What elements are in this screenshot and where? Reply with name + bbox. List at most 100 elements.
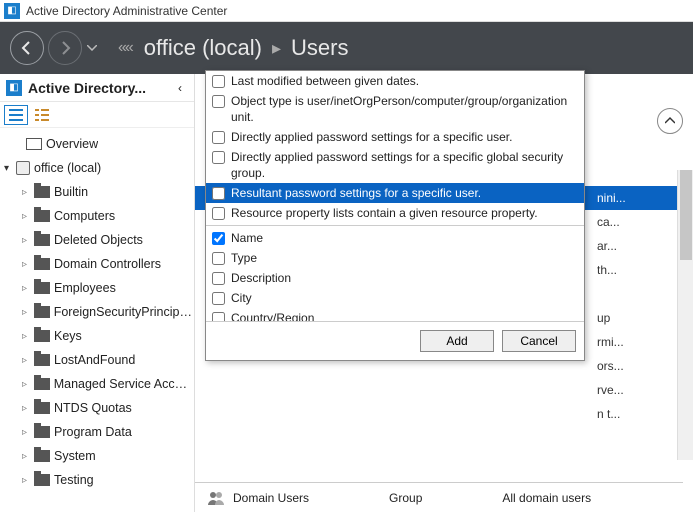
app-icon: ◧ [4,3,20,19]
expander-open-icon[interactable]: ▾ [4,163,16,174]
group-icon [207,490,225,506]
tree-node[interactable]: ▹Testing [0,468,194,492]
tree-node[interactable]: ▹Computers [0,204,194,228]
chevron-right-icon: ▸ [272,38,281,59]
folder-icon [34,258,50,270]
criteria-option[interactable]: Object type is user/inetOrgPerson/comput… [206,91,584,127]
criteria-option[interactable]: Last modified between given dates. [206,71,584,91]
overview-icon [26,138,42,150]
navigation-pane-title: Active Directory... [28,80,172,96]
expander-icon[interactable]: ▹ [22,379,34,390]
breadcrumb-root-icon: «« [118,39,132,57]
tree-node[interactable]: ▹NTDS Quotas [0,396,194,420]
folder-icon [34,474,50,486]
criteria-field[interactable]: Type [206,248,584,268]
folder-icon [34,234,50,246]
folder-icon [34,354,50,366]
folder-icon [34,450,50,462]
tree-node[interactable]: ▹Program Data [0,420,194,444]
criteria-option[interactable]: Resource property lists contain a given … [206,203,584,223]
tree-node[interactable]: ▹ForeignSecurityPrincipals [0,300,194,324]
breadcrumb-seg-container[interactable]: Users [291,35,348,61]
criteria-checkbox[interactable] [212,252,225,265]
view-switcher [0,102,194,128]
tree-node[interactable]: ▹Employees [0,276,194,300]
tree-node-overview[interactable]: Overview [0,132,194,156]
expander-icon[interactable]: ▹ [22,211,34,222]
criteria-checkbox[interactable] [212,95,225,108]
nav-back-button[interactable] [10,31,44,65]
tree-node-domain[interactable]: ▾ office (local) [0,156,194,180]
tree-node[interactable]: ▹Domain Controllers [0,252,194,276]
tree-node[interactable]: ▹Deleted Objects [0,228,194,252]
tree-view-button[interactable] [4,105,28,125]
folder-icon [34,186,50,198]
criteria-checkbox[interactable] [212,292,225,305]
tree-node[interactable]: ▹Builtin [0,180,194,204]
details-desc: All domain users [502,491,591,505]
navigation-tree[interactable]: Overview ▾ office (local) ▹Builtin▹Compu… [0,128,194,512]
criteria-option[interactable]: Directly applied password settings for a… [206,127,584,147]
nav-forward-button[interactable] [48,31,82,65]
details-name: Domain Users [233,491,309,505]
navigation-header: «« office (local) ▸ Users [0,22,693,74]
window-title: Active Directory Administrative Center [26,4,227,18]
expand-toggle-button[interactable] [657,108,683,134]
tree-node[interactable]: ▹System [0,444,194,468]
expander-icon[interactable]: ▹ [22,259,34,270]
details-row: Domain Users Group All domain users [195,482,683,512]
criteria-checkbox[interactable] [212,272,225,285]
expander-icon[interactable]: ▹ [22,427,34,438]
criteria-checkbox[interactable] [212,232,225,245]
expander-icon[interactable]: ▹ [22,355,34,366]
expander-icon[interactable]: ▹ [22,475,34,486]
expander-icon[interactable]: ▹ [22,403,34,414]
list-scrollbar[interactable] [677,170,693,460]
criteria-checkbox[interactable] [212,187,225,200]
criteria-list[interactable]: Last modified between given dates.Object… [206,71,584,321]
details-type: Group [389,491,422,505]
criteria-option[interactable]: Resultant password settings for a specif… [206,183,584,203]
expander-icon[interactable]: ▹ [22,331,34,342]
criteria-checkbox[interactable] [212,151,225,164]
breadcrumb[interactable]: «« office (local) ▸ Users [118,35,353,61]
domain-icon [16,161,30,175]
scrollbar-thumb[interactable] [680,170,692,260]
expander-icon[interactable]: ▹ [22,283,34,294]
breadcrumb-seg-domain[interactable]: office (local) [144,35,262,61]
expander-icon[interactable]: ▹ [22,187,34,198]
folder-icon [34,426,50,438]
criteria-field[interactable]: Description [206,268,584,288]
criteria-checkbox[interactable] [212,75,225,88]
criteria-field[interactable]: Country/Region [206,308,584,321]
tree-node[interactable]: ▹Keys [0,324,194,348]
navigation-pane-header: ◧ Active Directory... ‹ [0,74,194,102]
criteria-cancel-button[interactable]: Cancel [502,330,576,352]
collapse-pane-button[interactable]: ‹ [172,81,188,95]
folder-icon [34,282,50,294]
criteria-option[interactable]: Directly applied password settings for a… [206,147,584,183]
nav-history-dropdown[interactable] [86,45,98,51]
folder-icon [34,402,50,414]
tree-node[interactable]: ▹LostAndFound [0,348,194,372]
add-criteria-popup: Last modified between given dates.Object… [205,70,585,361]
window-titlebar: ◧ Active Directory Administrative Center [0,0,693,22]
criteria-field[interactable]: Name [206,228,584,248]
tree-node[interactable]: ▹Managed Service Accoun [0,372,194,396]
ad-icon: ◧ [6,80,22,96]
expander-icon[interactable]: ▹ [22,235,34,246]
criteria-checkbox[interactable] [212,131,225,144]
criteria-add-button[interactable]: Add [420,330,494,352]
expander-icon[interactable]: ▹ [22,307,34,318]
list-view-button[interactable] [30,105,54,125]
criteria-field[interactable]: City [206,288,584,308]
criteria-checkbox[interactable] [212,207,225,220]
criteria-separator [206,225,584,226]
folder-icon [34,378,50,390]
expander-icon[interactable]: ▹ [22,451,34,462]
list-partial-fragments: nini...ca...ar...th...uprmi...ors...rve.… [593,186,683,506]
criteria-checkbox[interactable] [212,312,225,321]
folder-icon [34,306,50,318]
criteria-buttons: Add Cancel [206,321,584,360]
folder-icon [34,210,50,222]
